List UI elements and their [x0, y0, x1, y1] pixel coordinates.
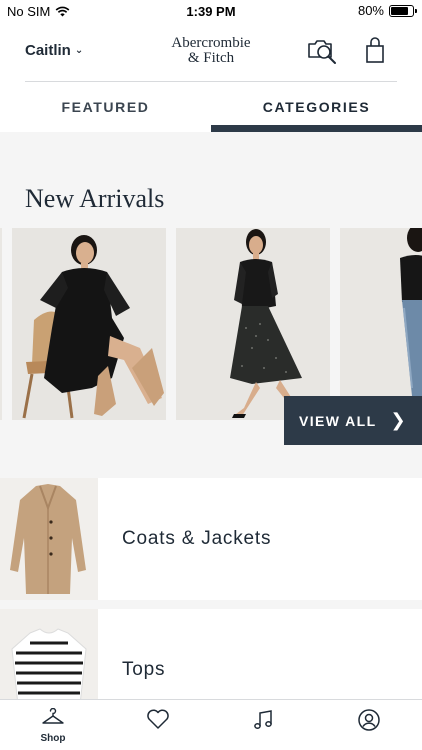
striped-top-image [0, 609, 98, 699]
nav-favorites[interactable] [133, 708, 183, 735]
coat-image [0, 478, 98, 600]
product-card[interactable] [12, 228, 166, 420]
bottom-nav: Shop [0, 699, 422, 750]
nav-shop[interactable]: Shop [28, 707, 78, 744]
account-icon [358, 709, 380, 731]
brand-logo-line2: & Fitch [187, 50, 235, 66]
camera-search-icon[interactable] [307, 37, 339, 67]
nav-music[interactable] [238, 708, 288, 737]
new-arrivals-carousel[interactable] [0, 228, 422, 422]
category-thumb [0, 609, 98, 699]
category-thumb [0, 478, 98, 600]
hanger-icon [42, 707, 64, 724]
view-all-label: VIEW ALL [298, 412, 377, 429]
chevron-right-icon: ❯ [390, 410, 408, 430]
product-card[interactable] [176, 228, 330, 420]
tab-featured[interactable]: FEATURED [0, 82, 211, 132]
category-label: Tops [122, 659, 166, 680]
tab-categories[interactable]: CATEGORIES [211, 82, 422, 132]
app-header: Caitlin ⌄ Abercrombie & Fitch [0, 22, 422, 82]
section-title-new-arrivals: New Arrivals [25, 184, 165, 213]
product-card[interactable] [0, 228, 2, 420]
category-row-coats-jackets[interactable]: Coats & Jackets [0, 478, 422, 600]
view-all-button[interactable]: VIEW ALL ❯ [284, 396, 422, 445]
brand-logo[interactable]: Abercrombie & Fitch [0, 36, 422, 66]
brand-logo-line1: Abercrombie [171, 35, 251, 51]
heart-icon [147, 709, 169, 729]
shopping-bag-icon[interactable] [365, 37, 385, 65]
status-bar: No SIM 1:39 PM 80% [0, 0, 422, 22]
main-content: New Arrivals VIEW ALL ❯ Coats & Jackets … [0, 132, 422, 699]
product-image [176, 228, 330, 420]
product-image [12, 228, 166, 420]
category-row-tops[interactable]: Tops [0, 609, 422, 699]
nav-shop-label: Shop [40, 733, 66, 744]
nav-account[interactable] [344, 708, 394, 737]
product-card[interactable] [340, 228, 422, 420]
battery-icon [389, 4, 417, 17]
battery-percent: 80% [357, 3, 384, 18]
music-note-icon [254, 710, 272, 729]
tab-bar: FEATURED CATEGORIES [0, 82, 422, 132]
product-image [340, 228, 422, 420]
battery-indicator: 80% [357, 3, 417, 18]
category-label: Coats & Jackets [122, 528, 272, 549]
